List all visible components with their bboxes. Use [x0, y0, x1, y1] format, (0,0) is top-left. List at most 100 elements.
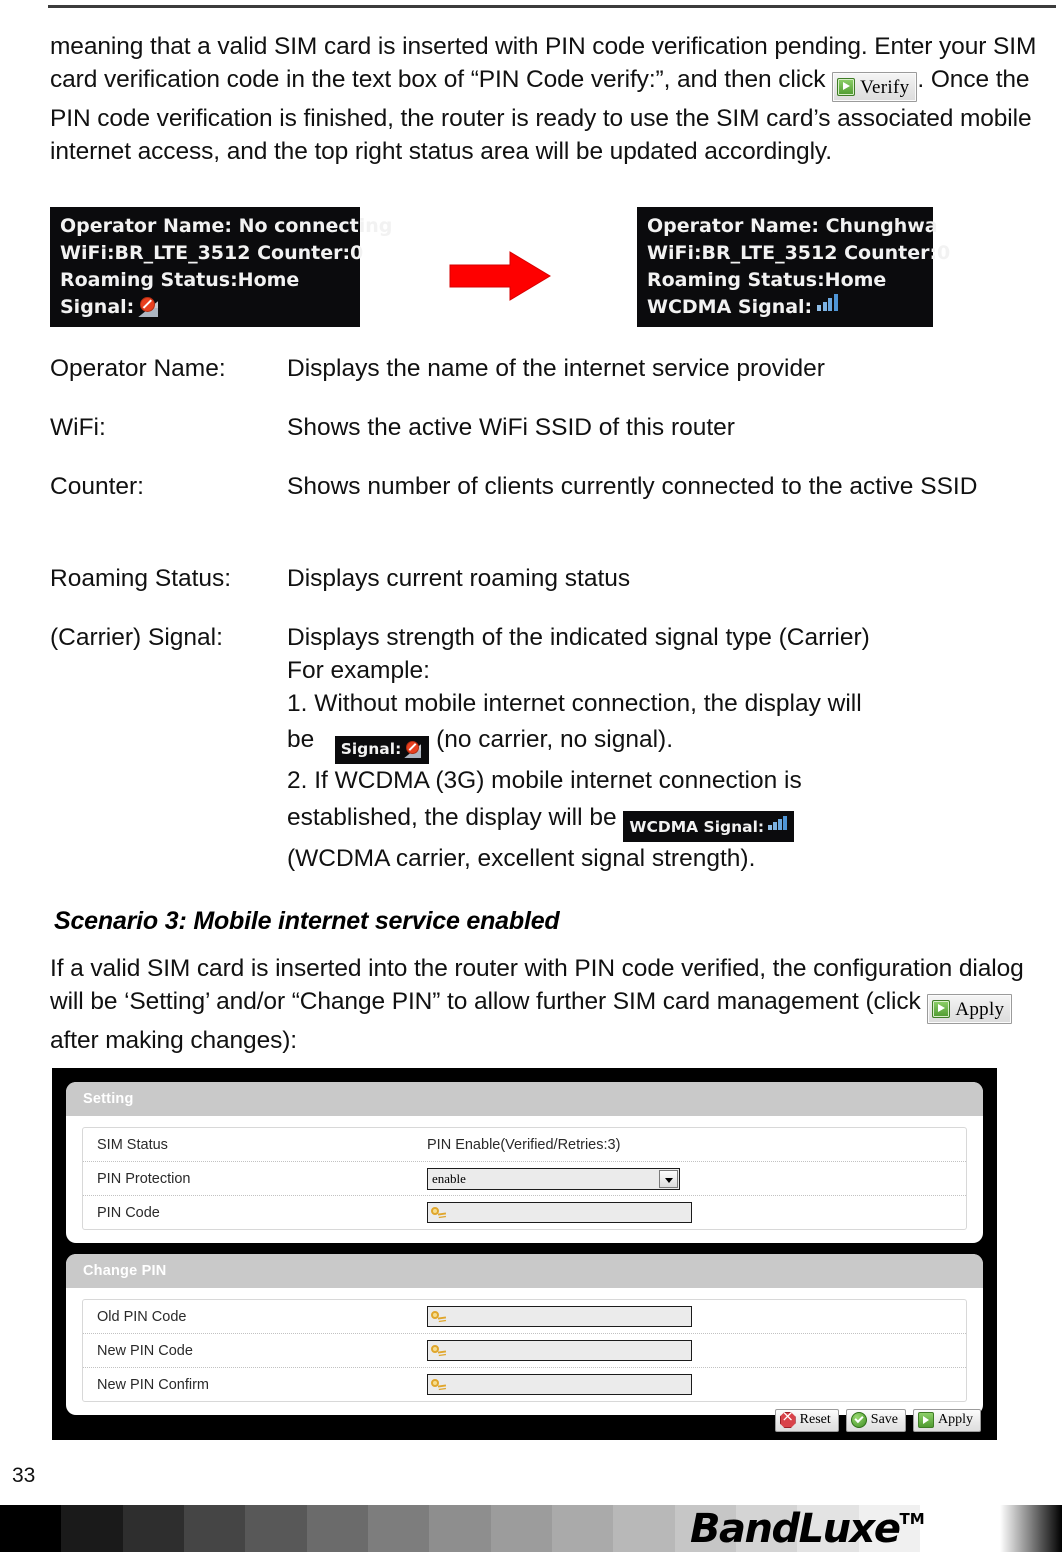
carrier-line-5: 2. If WCDMA (3G) mobile internet connect… — [287, 767, 802, 794]
scenario-text-post: after making changes): — [50, 1026, 298, 1054]
panel-action-bar: Reset Save Apply — [774, 1409, 981, 1432]
definition-term: Operator Name: — [50, 355, 226, 382]
scenario-paragraph: If a valid SIM card is inserted into the… — [50, 952, 1050, 1057]
field-label: New PIN Code — [97, 1342, 193, 1359]
page-number: 33 — [12, 1464, 36, 1487]
swatch — [613, 1505, 675, 1552]
apply-button-inline[interactable]: Apply — [927, 994, 1013, 1024]
router-config-screenshot: Setting SIM Status PIN Enable(Verified/R… — [52, 1068, 997, 1440]
definition-row-roaming-status: Roaming Status: Displays current roaming… — [50, 562, 1050, 595]
definition-term: Roaming Status: — [50, 565, 232, 592]
old-pin-code-input[interactable] — [427, 1306, 692, 1327]
swatch — [61, 1505, 123, 1552]
definition-description: Shows number of clients currently connec… — [287, 473, 978, 500]
reset-button-label: Reset — [799, 1412, 831, 1427]
field-row-pin-code: PIN Code — [83, 1196, 966, 1229]
brand-name: BandLuxe — [690, 1506, 901, 1552]
play-icon — [837, 78, 856, 96]
pin-protection-selected-value: enable — [432, 1170, 466, 1186]
carrier-line-2: For example: — [287, 657, 430, 684]
swatch — [183, 1505, 246, 1552]
swatch — [245, 1505, 307, 1552]
swatch — [490, 1505, 552, 1552]
no-signal-icon — [404, 741, 423, 758]
status-after-operator: Operator Name: Chunghwa — [647, 215, 938, 237]
definition-description: Displays current roaming status — [287, 565, 631, 592]
swatch — [551, 1505, 614, 1552]
key-icon — [431, 1344, 446, 1358]
field-row-pin-protection: PIN Protection enable — [83, 1162, 966, 1196]
definition-term: Counter: — [50, 473, 144, 500]
apply-button-label: Apply — [955, 999, 1005, 1020]
apply-button[interactable]: Apply — [913, 1409, 981, 1432]
swatch — [429, 1505, 491, 1552]
definition-description: Displays the name of the internet servic… — [287, 355, 825, 382]
new-pin-confirm-input[interactable] — [427, 1374, 692, 1395]
save-button-label: Save — [870, 1412, 898, 1427]
check-icon — [850, 1412, 867, 1428]
definition-row-counter: Counter: Shows number of clients current… — [50, 470, 1050, 503]
carrier-line-3: 1. Without mobile internet connection, t… — [287, 690, 862, 717]
field-row-sim-status: SIM Status PIN Enable(Verified/Retries:3… — [83, 1128, 966, 1162]
key-icon — [431, 1206, 446, 1220]
setting-field-table: SIM Status PIN Enable(Verified/Retries:3… — [82, 1127, 967, 1230]
wcdma-signal-status-chip: WCDMA Signal: — [623, 811, 795, 842]
definition-description: Shows the active WiFi SSID of this route… — [287, 414, 735, 441]
definition-term: WiFi: — [50, 414, 106, 441]
carrier-line-4: be Signal: (no carrier, no signal). — [287, 720, 1050, 764]
status-before-signal-label: Signal: — [60, 296, 135, 318]
setting-card-title: Setting — [66, 1082, 983, 1116]
key-icon — [431, 1378, 446, 1392]
carrier-line-4-pre: be — [287, 726, 315, 753]
change-pin-card: Change PIN Old PIN Code New PIN Code New… — [66, 1254, 983, 1415]
status-area-before: Operator Name: No connecting WiFi:BR_LTE… — [50, 207, 393, 327]
key-icon — [431, 1310, 446, 1324]
field-row-new-pin-confirm: New PIN Confirm — [83, 1368, 966, 1401]
definition-row-operator-name: Operator Name: Displays the name of the … — [50, 352, 1050, 385]
pin-protection-select[interactable]: enable — [427, 1167, 680, 1190]
definition-row-carrier-signal: (Carrier) Signal: Displays strength of t… — [50, 621, 1050, 875]
definition-term: (Carrier) Signal: — [50, 624, 223, 651]
status-before-signal: Signal: — [60, 294, 350, 321]
change-pin-field-table: Old PIN Code New PIN Code New PIN Confir… — [82, 1299, 967, 1402]
play-icon — [918, 1412, 934, 1428]
chevron-down-icon[interactable] — [659, 1169, 678, 1188]
field-label: New PIN Confirm — [97, 1376, 209, 1393]
trademark-symbol: TM — [899, 1510, 925, 1528]
verify-button[interactable]: Verify — [832, 72, 918, 102]
setting-card: Setting SIM Status PIN Enable(Verified/R… — [66, 1082, 983, 1243]
save-button[interactable]: Save — [845, 1409, 906, 1432]
status-after-signal-label: WCDMA Signal: — [647, 296, 813, 318]
field-row-old-pin-code: Old PIN Code — [83, 1300, 966, 1334]
status-area-after: Operator Name: Chunghwa WiFi:BR_LTE_3512… — [637, 207, 951, 327]
status-before-wifi: WiFi:BR_LTE_3512 Counter:0 — [60, 242, 364, 264]
carrier-line-6-pre: established, the display will be — [287, 804, 617, 831]
document-page: meaning that a valid SIM card is inserte… — [0, 0, 1062, 1440]
definition-description: Displays strength of the indicated signa… — [287, 621, 1050, 875]
apply-button-label: Apply — [938, 1412, 973, 1427]
play-icon — [932, 1000, 951, 1018]
swatch — [367, 1505, 430, 1552]
status-before-operator: Operator Name: No connecting — [60, 215, 393, 237]
swatch — [122, 1505, 184, 1552]
setting-card-body: SIM Status PIN Enable(Verified/Retries:3… — [66, 1116, 983, 1243]
scenario-text-pre: If a valid SIM card is inserted into the… — [50, 955, 1024, 1015]
field-label: SIM Status — [97, 1136, 168, 1153]
carrier-line-6: established, the display will be WCDMA S… — [287, 797, 1050, 842]
status-after-roaming: Roaming Status:Home — [647, 269, 887, 291]
carrier-line-7: (WCDMA carrier, excellent signal strengt… — [287, 844, 756, 872]
signal-strength-icon — [768, 816, 788, 831]
reset-button[interactable]: Reset — [774, 1409, 839, 1432]
change-pin-card-title: Change PIN — [66, 1254, 983, 1288]
no-signal-icon — [138, 297, 160, 317]
chip-label: WCDMA Signal: — [629, 818, 765, 836]
signal-strength-icon — [817, 294, 839, 312]
pin-code-input[interactable] — [427, 1202, 692, 1223]
sim-status-value: PIN Enable(Verified/Retries:3) — [427, 1136, 621, 1153]
brand-logo: BandLuxeTM — [690, 1506, 925, 1552]
new-pin-code-input[interactable] — [427, 1340, 692, 1361]
status-after-signal: WCDMA Signal: — [647, 294, 923, 321]
footer-bar: BandLuxeTM — [0, 1505, 1062, 1552]
status-after-wifi: WiFi:BR_LTE_3512 Counter:0 — [647, 242, 951, 264]
swatch — [306, 1505, 368, 1552]
